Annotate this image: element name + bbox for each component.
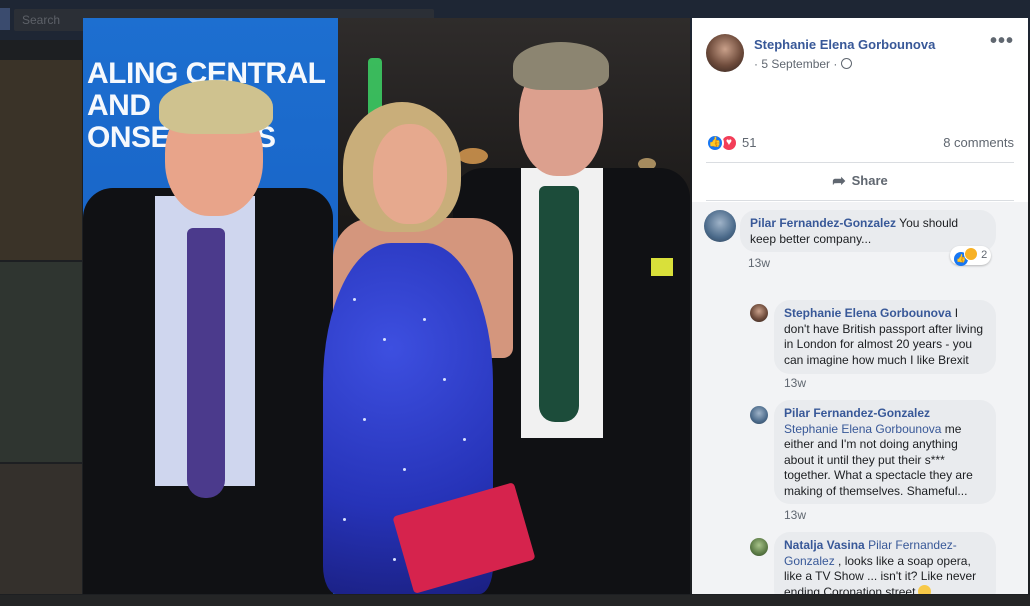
background-photo-tile: [0, 464, 82, 594]
tie: [539, 186, 579, 422]
hair: [159, 80, 273, 134]
comment-time[interactable]: 13w: [784, 508, 806, 522]
comment-bubble: Stephanie Elena Gorbounova I don't have …: [774, 300, 996, 374]
face: [373, 124, 447, 224]
comment-mention[interactable]: Stephanie Elena Gorbounova: [784, 422, 941, 436]
hair: [513, 42, 609, 90]
post-panel: Stephanie Elena Gorbounova · 5 September…: [692, 18, 1028, 594]
venue-light: [458, 148, 488, 164]
reaction-count: 51: [742, 135, 757, 150]
share-icon: ➦: [832, 173, 846, 190]
background-strip: [0, 595, 1030, 606]
facebook-logo: [0, 8, 10, 30]
share-button[interactable]: ➦ Share: [692, 164, 1028, 198]
comment-author[interactable]: Natalja Vasina: [784, 538, 865, 552]
divider: [706, 200, 1014, 201]
background-photo-tile: [0, 60, 82, 260]
globe-icon: [841, 58, 853, 69]
haha-reaction-icon: [964, 247, 978, 261]
author-avatar[interactable]: [706, 34, 744, 72]
grin-emoji-icon: [918, 584, 932, 594]
comment-time[interactable]: 13w: [748, 256, 770, 270]
comment-bubble: Natalja Vasina Pilar Fernandez-Gonzalez …: [774, 532, 996, 594]
comment-author[interactable]: Stephanie Elena Gorbounova: [784, 306, 951, 320]
comments-list: Pilar Fernandez-Gonzalez You should keep…: [692, 202, 1028, 594]
commenter-avatar[interactable]: [704, 210, 736, 242]
comment-reaction-count: 2: [981, 249, 988, 261]
post-date[interactable]: · 5 September ·: [754, 57, 837, 71]
comment-author[interactable]: Pilar Fernandez-Gonzalez: [784, 406, 930, 420]
post-photo[interactable]: ALING CENTRAL AND N ONSE VES: [83, 18, 690, 594]
post-author-name[interactable]: Stephanie Elena Gorbounova: [754, 37, 935, 52]
divider: [706, 162, 1014, 163]
post-meta: · 5 September ·: [754, 57, 853, 71]
commenter-avatar[interactable]: [750, 406, 768, 424]
comment-reactions[interactable]: 👍 2: [950, 246, 992, 266]
background-photo-tile: [0, 262, 82, 462]
comment-author[interactable]: Pilar Fernandez-Gonzalez: [750, 216, 896, 230]
tie: [187, 228, 225, 498]
lanyard: [651, 258, 673, 276]
comment-time[interactable]: 13w: [784, 376, 806, 390]
commenter-avatar[interactable]: [750, 538, 768, 556]
like-reaction-icon: 👍: [706, 134, 724, 152]
more-options-button[interactable]: •••: [990, 30, 1014, 53]
share-label: Share: [851, 173, 888, 188]
comments-count-link[interactable]: 8 comments: [943, 135, 1014, 150]
comment-bubble: Pilar Fernandez-Gonzalez Stephanie Elena…: [774, 400, 996, 504]
commenter-avatar[interactable]: [750, 304, 768, 322]
